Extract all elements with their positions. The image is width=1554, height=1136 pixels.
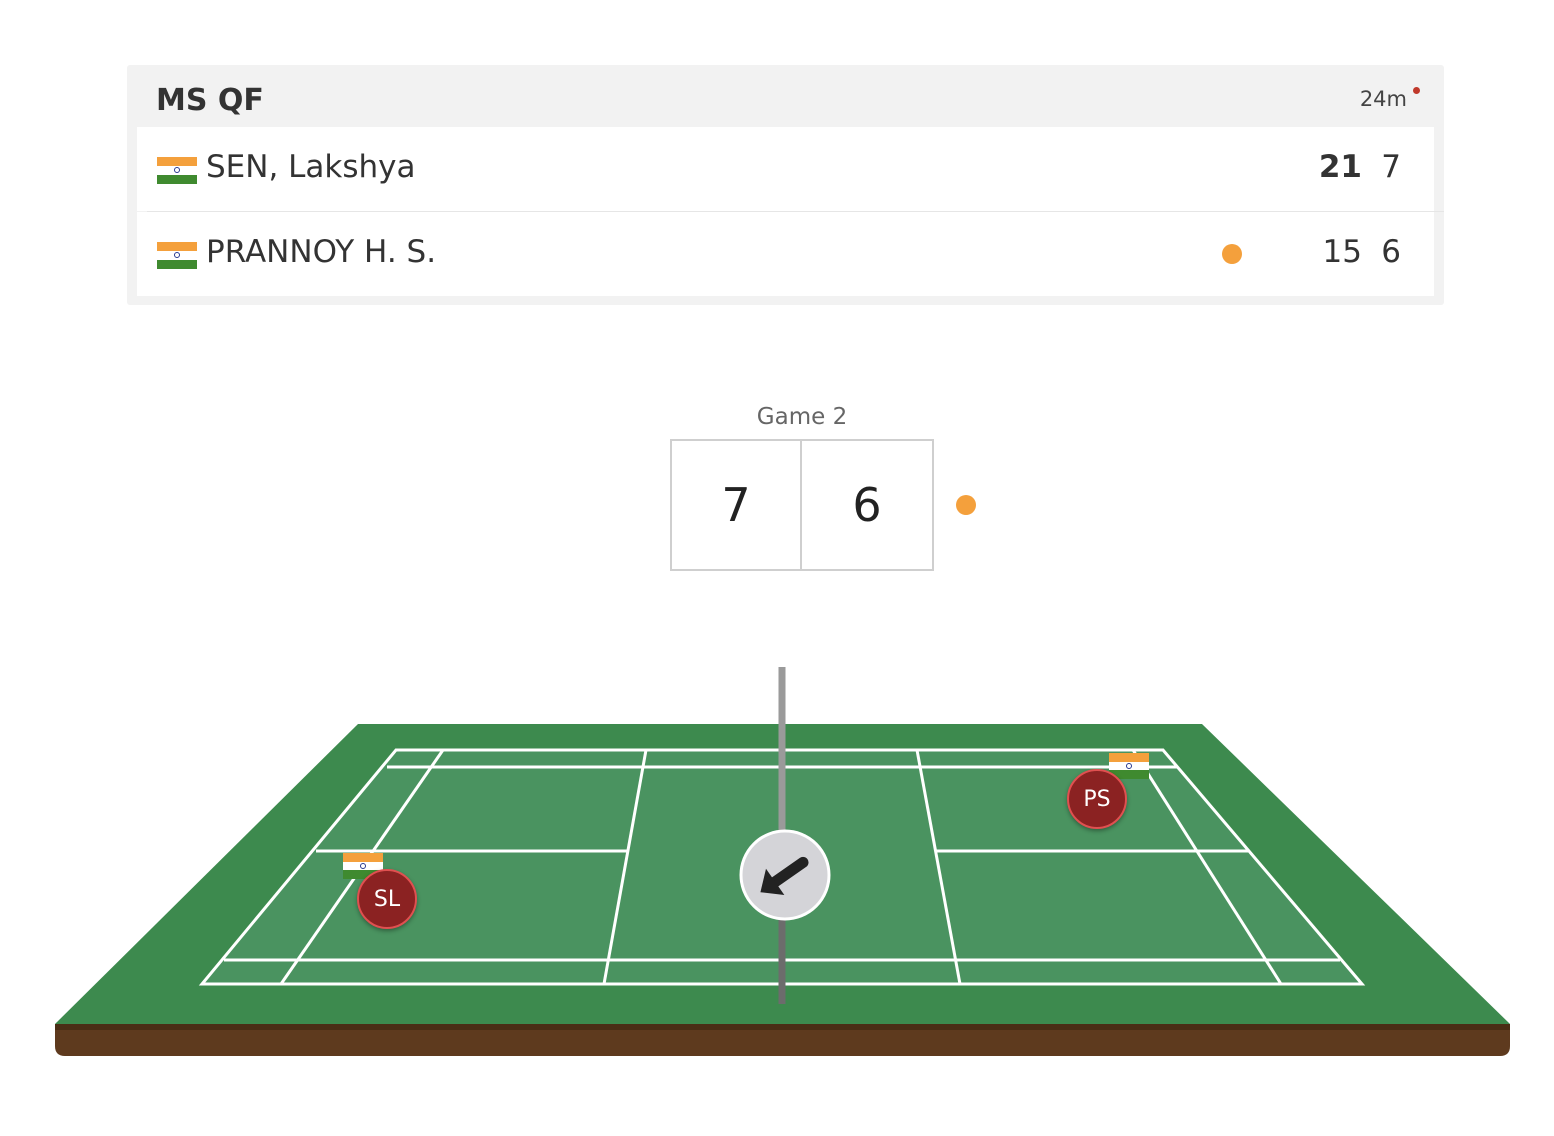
game-1-score: 21 bbox=[1318, 149, 1362, 185]
india-flag-icon bbox=[157, 157, 197, 184]
current-game-label: Game 2 bbox=[756, 404, 848, 430]
player-marker-ps[interactable]: PS bbox=[1067, 769, 1127, 829]
match-round-label: MS QF bbox=[156, 83, 264, 118]
player-row-2[interactable]: PRANNOY H. S. 15 6 bbox=[137, 212, 1434, 296]
scoreboard-header: MS QF 24m bbox=[127, 65, 1444, 127]
match-duration: 24m bbox=[1359, 87, 1407, 111]
player-marker-sl[interactable]: SL bbox=[357, 869, 417, 929]
india-flag-icon bbox=[157, 242, 197, 269]
player-name: SEN, Lakshya bbox=[206, 149, 416, 185]
court-base-shade bbox=[55, 1024, 1510, 1030]
current-score-left: 7 bbox=[672, 441, 802, 569]
game-2-score: 7 bbox=[1381, 149, 1401, 185]
serve-indicator-icon bbox=[1222, 244, 1242, 264]
serve-indicator-icon bbox=[956, 495, 976, 515]
current-game-score-box: 7 6 bbox=[670, 439, 934, 571]
current-score-right: 6 bbox=[852, 478, 882, 532]
player-row-1[interactable]: SEN, Lakshya 21 7 bbox=[137, 127, 1434, 211]
game-1-score: 15 bbox=[1322, 234, 1362, 270]
player-name: PRANNOY H. S. bbox=[206, 234, 437, 270]
game-2-score: 6 bbox=[1381, 234, 1401, 270]
badminton-court bbox=[55, 667, 1510, 1056]
live-indicator-icon bbox=[1413, 87, 1420, 94]
scoreboard-card: MS QF 24m SEN, Lakshya 21 7 PRANNOY H. S… bbox=[127, 65, 1444, 305]
